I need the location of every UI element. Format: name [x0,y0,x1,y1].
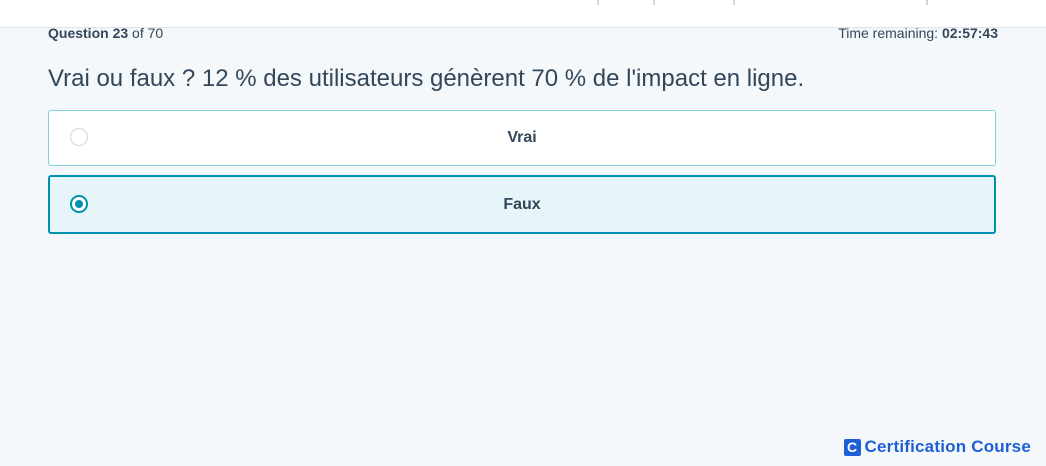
question-label: Question [48,25,109,41]
top-bar-divider [653,0,655,5]
brand-name: Certification Course [864,437,1031,456]
answer-option-label: Faux [503,195,541,213]
time-remaining-label: Time remaining: [838,25,939,41]
answer-option-faux[interactable]: Faux [48,175,996,234]
top-bar-divider [733,0,735,5]
question-current: 23 [112,25,129,41]
answer-option-vrai[interactable]: Vrai [48,110,996,166]
question-counter: Question 23 of 70 [48,24,163,42]
brand-logo-icon: C [843,438,861,456]
brand-watermark: C Certification Course [843,437,1031,457]
answer-option-label: Vrai [507,129,537,146]
question-total: of 70 [132,25,164,41]
top-bar-divider [597,0,599,5]
quiz-header: Question 23 of 70 Time remaining: 02:57:… [48,24,998,42]
question-text: Vrai ou faux ? 12 % des utilisateurs gén… [48,65,805,92]
time-remaining-value: 02:57:43 [941,25,998,41]
top-bar-divider [926,0,928,5]
time-remaining: Time remaining: 02:57:43 [838,24,998,42]
